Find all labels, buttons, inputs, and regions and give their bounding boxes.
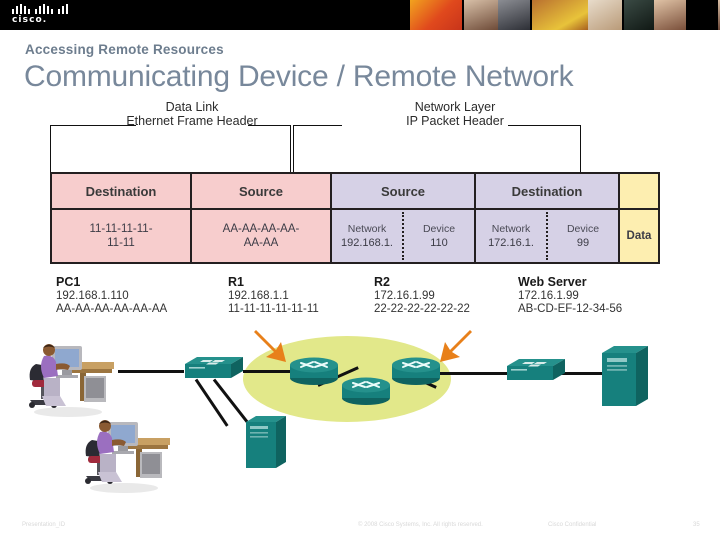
link-switch-pc2 <box>194 378 229 427</box>
photo-tile-2 <box>464 0 498 30</box>
photo-tile-8 <box>688 0 718 30</box>
bracket-left-end <box>248 125 291 174</box>
arrow-into-cloud-right <box>440 330 472 362</box>
ip-source-device: Device 110 <box>422 223 456 249</box>
td-eth-source-mac: AA-AA-AA-AA- AA-AA <box>192 210 332 262</box>
network-topology <box>0 328 720 516</box>
device-label-r1: R1 192.168.1.1 11-11-11-11-11-11 <box>228 275 319 315</box>
arrow-into-cloud-left <box>254 330 286 362</box>
dest-mac-line2: 11-11 <box>107 237 135 249</box>
th-eth-source: Source <box>192 174 332 208</box>
td-ip-destination: Network 172.16.1. Device 99 <box>476 210 620 262</box>
cisco-bridge-icon <box>12 4 68 14</box>
src-mac-line2: AA-AA <box>243 237 279 249</box>
photo-tile-6 <box>624 0 654 30</box>
table-header-row: Destination Source Source Destination <box>52 174 658 210</box>
bracket-right-end <box>508 125 581 174</box>
workstation-pc2 <box>85 420 170 493</box>
photo-tile-5 <box>588 0 622 30</box>
device-label-web-server: Web Server 172.16.1.99 AB-CD-EF-12-34-56 <box>518 275 623 315</box>
photo-tile-4 <box>532 0 588 30</box>
switch-right <box>507 359 565 380</box>
top-bar: cisco. <box>0 0 720 30</box>
slide-footer: Presentation_ID © 2008 Cisco Systems, In… <box>0 522 720 536</box>
th-ip-destination: Destination <box>476 174 620 208</box>
page-title: Communicating Device / Remote Network <box>24 60 574 93</box>
th-eth-destination: Destination <box>52 174 192 208</box>
router-2 <box>342 377 390 405</box>
bracket-label-datalink: Data Link Ethernet Frame Header <box>126 100 258 128</box>
th-ip-source: Source <box>332 174 476 208</box>
td-data: Data <box>620 210 658 262</box>
server-left <box>246 416 286 468</box>
bracket-label-network: Network Layer IP Packet Header <box>406 100 504 128</box>
footer-copyright: © 2008 Cisco Systems, Inc. All rights re… <box>358 522 483 528</box>
photo-tile-1 <box>410 0 462 30</box>
slide-eyebrow: Accessing Remote Resources <box>25 42 224 57</box>
switch-left <box>185 357 243 378</box>
footer-presentation-id: Presentation_ID <box>22 522 66 528</box>
footer-confidential: Cisco Confidential <box>548 522 597 528</box>
link-pc1-switch <box>118 370 184 373</box>
bracket-right-start <box>293 125 342 174</box>
dest-mac-line1: 11-11-11-11- <box>89 223 153 235</box>
cisco-wordmark: cisco. <box>12 15 48 25</box>
footer-page-number: 35 <box>693 522 700 528</box>
table-value-row: 11-11-11-11- 11-11 AA-AA-AA-AA- AA-AA Ne… <box>52 210 658 262</box>
th-data-spacer <box>620 174 658 208</box>
device-label-r2: R2 172.16.1.99 22-22-22-22-22-22 <box>374 275 470 315</box>
td-eth-destination-mac: 11-11-11-11- 11-11 <box>52 210 192 262</box>
diagram-area: Data Link Ethernet Frame Header Network … <box>0 96 720 516</box>
ip-destination-device: Device 99 <box>566 223 600 249</box>
photo-tile-3 <box>498 0 530 30</box>
device-label-row: PC1 192.168.1.110 AA-AA-AA-AA-AA-AA R1 1… <box>0 275 720 326</box>
web-server <box>602 346 648 406</box>
bracket-left-start <box>50 125 136 174</box>
photo-tile-7 <box>654 0 686 30</box>
src-mac-line1: AA-AA-AA-AA- <box>222 223 300 235</box>
cisco-logo: cisco. <box>12 4 74 26</box>
ip-source-network: Network 192.168.1. <box>341 223 393 249</box>
ip-destination-network: Network 172.16.1. <box>488 223 534 249</box>
people-photo-strip <box>410 0 720 30</box>
td-ip-source: Network 192.168.1. Device 110 <box>332 210 476 262</box>
workstation-pc1 <box>29 344 114 417</box>
frame-header-table: Destination Source Source Destination 11… <box>50 172 660 264</box>
device-label-pc1: PC1 192.168.1.110 AA-AA-AA-AA-AA-AA <box>56 275 168 315</box>
